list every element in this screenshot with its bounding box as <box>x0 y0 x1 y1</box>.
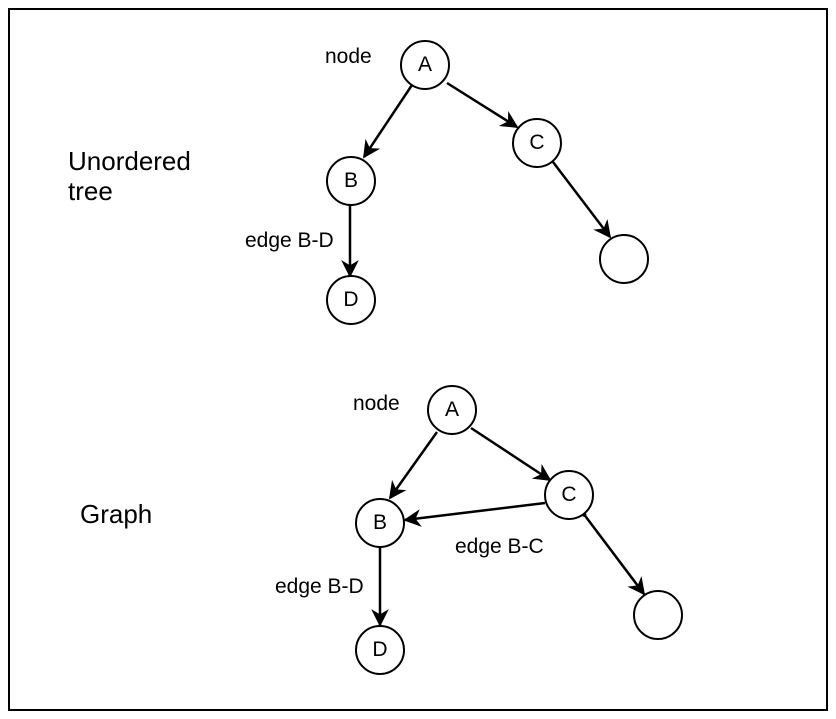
tree-node-a: A <box>400 40 450 90</box>
graph-node-c: C <box>544 470 594 520</box>
graph-node-d: D <box>355 625 405 675</box>
tree-node-a-label: A <box>418 53 432 77</box>
graph-node-a: A <box>427 385 477 435</box>
graph-edge-bd-label: edge B-D <box>275 575 364 599</box>
tree-node-b-label: B <box>344 169 358 193</box>
tree-node-d-label: D <box>343 288 358 312</box>
graph-node-label: node <box>353 392 400 416</box>
tree-node-c-label: C <box>529 131 544 155</box>
graph-node-b-label: B <box>373 511 387 535</box>
tree-title: Unordered tree <box>68 147 191 207</box>
graph-edge-bc-label: edge B-C <box>455 535 544 559</box>
graph-node-b: B <box>355 498 405 548</box>
graph-node-blank <box>633 590 683 640</box>
graph-node-c-label: C <box>561 483 576 507</box>
tree-node-blank <box>599 234 649 284</box>
graph-node-a-label: A <box>445 398 459 422</box>
diagram-frame <box>8 8 828 711</box>
tree-edge-bd-label: edge B-D <box>245 229 334 253</box>
tree-node-b: B <box>326 156 376 206</box>
tree-node-c: C <box>512 118 562 168</box>
tree-node-d: D <box>326 275 376 325</box>
tree-node-label: node <box>325 45 372 69</box>
graph-title: Graph <box>80 500 152 530</box>
graph-node-d-label: D <box>372 638 387 662</box>
